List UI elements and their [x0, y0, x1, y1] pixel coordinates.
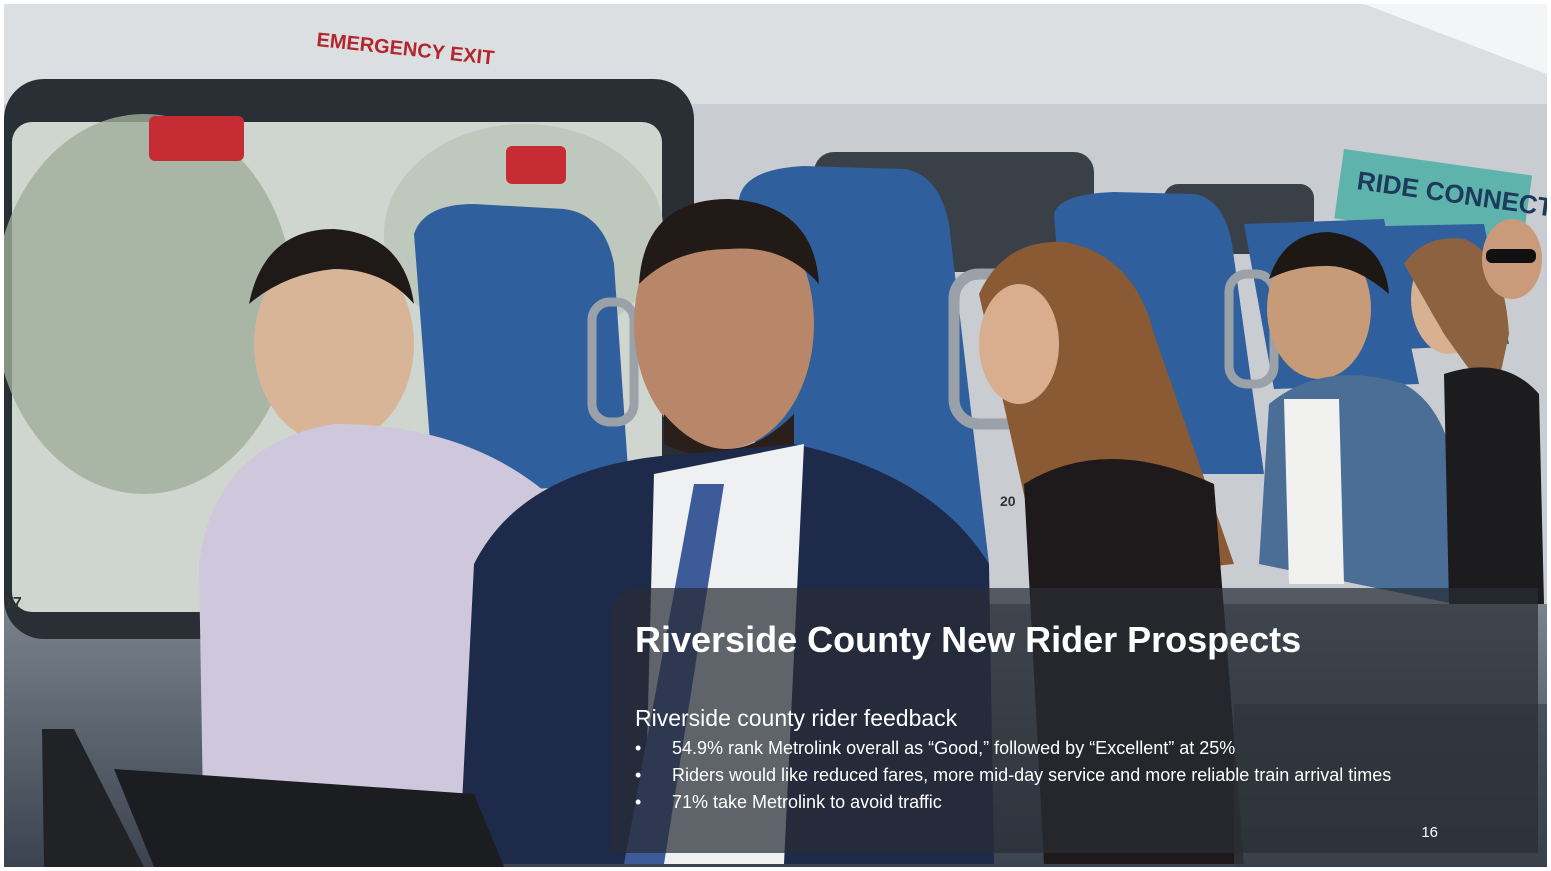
passenger-5-top	[1444, 367, 1544, 604]
page-number: 16	[1421, 824, 1438, 841]
bullet-item: • 54.9% rank Metrolink overall as “Good,…	[635, 735, 1391, 762]
bullet-text: 71% take Metrolink to avoid traffic	[672, 792, 942, 812]
trees-outside	[4, 114, 294, 494]
slide: EMERGENCY EXIT RIDE CONNECT 20 17 Rivers…	[0, 0, 1551, 871]
bullet-item: • 71% take Metrolink to avoid traffic	[635, 789, 1391, 816]
passenger-4-shirt	[1284, 399, 1344, 584]
bullet-text: 54.9% rank Metrolink overall as “Good,” …	[672, 738, 1236, 758]
emergency-handle-left	[149, 116, 244, 161]
bullet-item: • Riders would like reduced fares, more …	[635, 762, 1391, 789]
bullet-dot: •	[635, 738, 642, 758]
bullet-text: Riders would like reduced fares, more mi…	[672, 765, 1392, 785]
window-number: 17	[4, 595, 22, 612]
emergency-handle-right	[506, 146, 566, 184]
slide-title: Riverside County New Rider Prospects	[635, 619, 1302, 660]
slide-subheading: Riverside county rider feedback	[635, 705, 958, 731]
seat-number: 20	[1000, 493, 1016, 509]
bullet-dot: •	[635, 792, 642, 812]
passenger-3-face	[979, 284, 1059, 404]
sunglasses-icon	[1486, 249, 1536, 263]
bullet-list: • 54.9% rank Metrolink overall as “Good,…	[635, 735, 1391, 816]
bullet-dot: •	[635, 765, 642, 785]
